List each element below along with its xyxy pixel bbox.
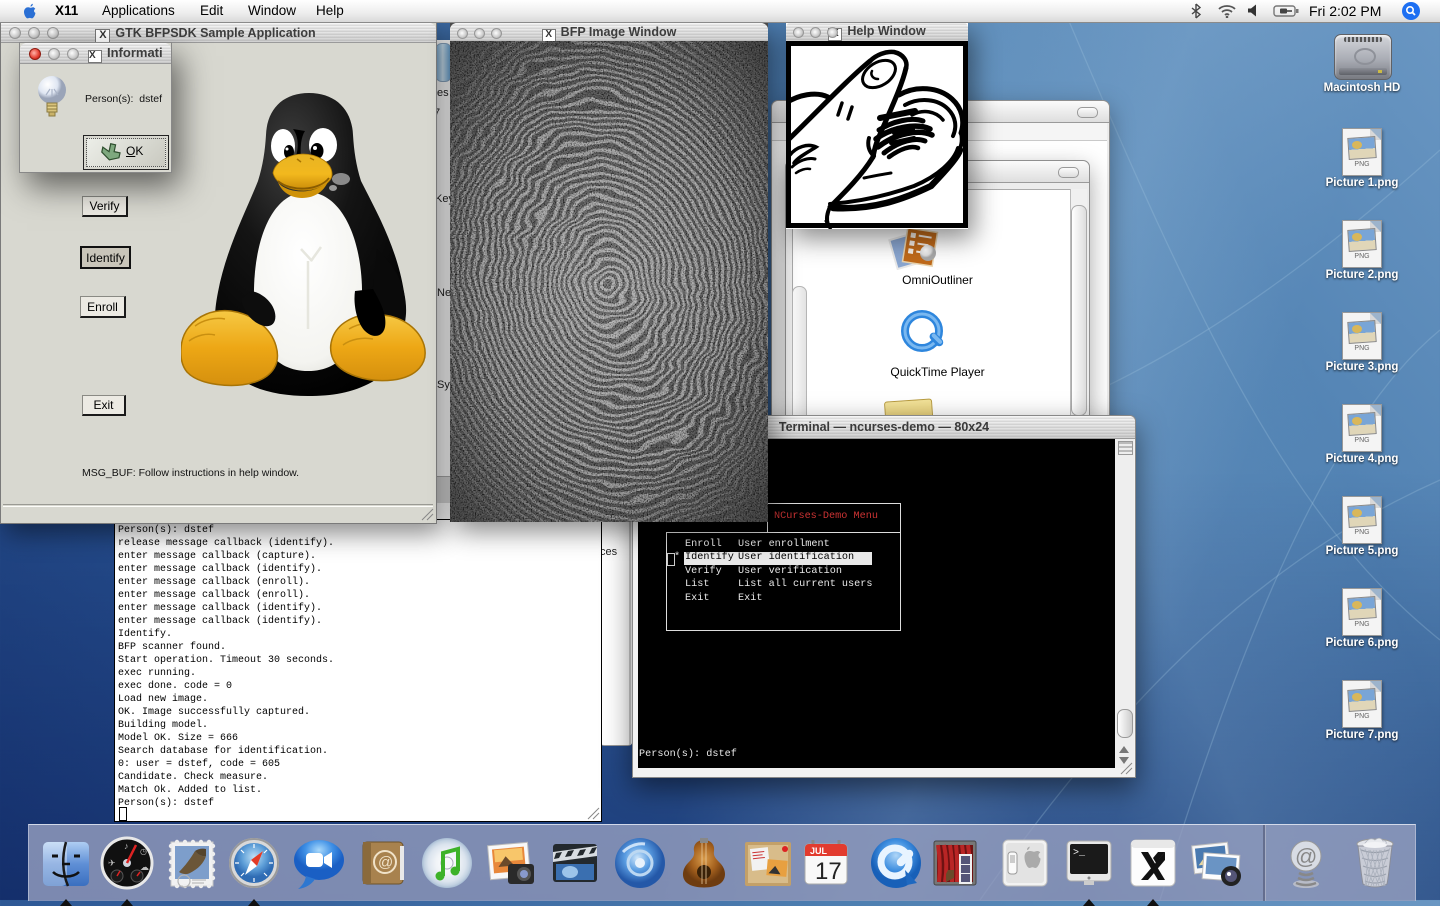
svg-text:@: @	[1295, 844, 1317, 869]
svg-text:JUL: JUL	[810, 846, 828, 856]
svg-text:☁: ☁	[140, 862, 149, 872]
svg-text:@: @	[378, 854, 393, 871]
svg-text:♪: ♪	[124, 841, 129, 851]
svg-text:✈: ✈	[108, 858, 116, 868]
svg-text:17: 17	[815, 858, 842, 885]
svg-text:>_: >_	[1073, 848, 1086, 859]
svg-text:◷: ◷	[140, 847, 147, 856]
